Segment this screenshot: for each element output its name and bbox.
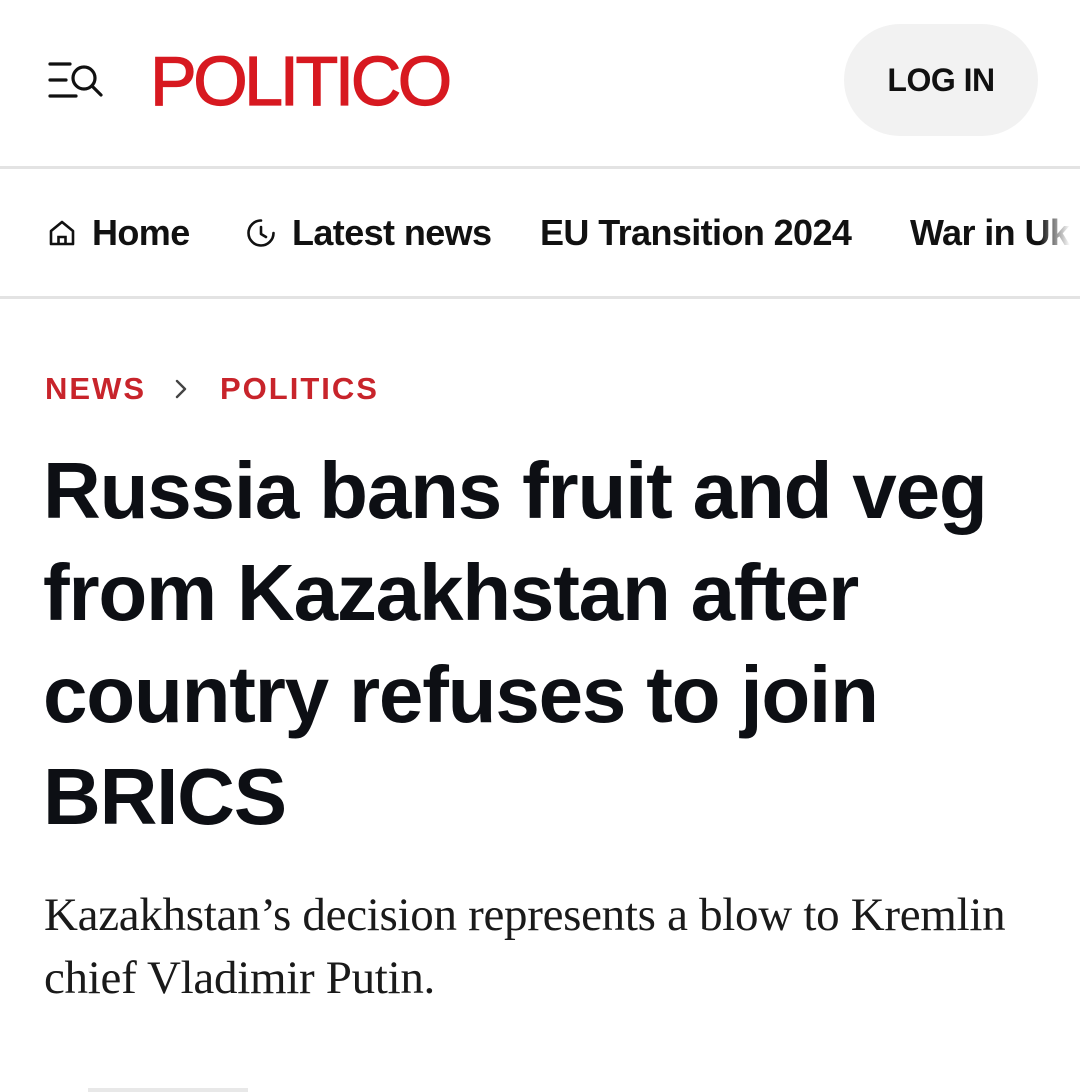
breadcrumb: NEWS POLITICS [45,366,379,412]
nav-item-eu-transition[interactable]: EU Transition 2024 [540,169,852,296]
nav-scroll-fade [1040,169,1080,296]
site-header: POLITICO LOG IN [0,0,1080,166]
breadcrumb-politics[interactable]: POLITICS [220,371,379,407]
nav-item-label: EU Transition 2024 [540,211,852,253]
menu-search-button[interactable] [46,56,108,104]
breadcrumb-news[interactable]: NEWS [45,371,146,407]
chevron-right-icon [174,378,188,400]
nav-item-latest-news[interactable]: Latest news [244,169,492,296]
article-headline: Russia bans fruit and veg from Kazakhsta… [43,446,988,841]
home-icon [46,217,78,249]
nav-item-home[interactable]: Home [46,169,190,296]
nav-item-label: Latest news [292,211,492,253]
nav-item-label: Home [92,211,190,253]
politico-logo[interactable]: POLITICO [149,36,452,126]
section-nav: Home Latest news EU Transition 2024 War … [0,169,1080,296]
menu-search-icon [48,62,103,98]
login-button[interactable]: LOG IN [844,24,1038,136]
nav-divider [0,296,1080,299]
content-divider [88,1088,248,1092]
article-deck: Kazakhstan’s decision represents a blow … [44,889,1006,1004]
clock-icon [244,216,278,250]
